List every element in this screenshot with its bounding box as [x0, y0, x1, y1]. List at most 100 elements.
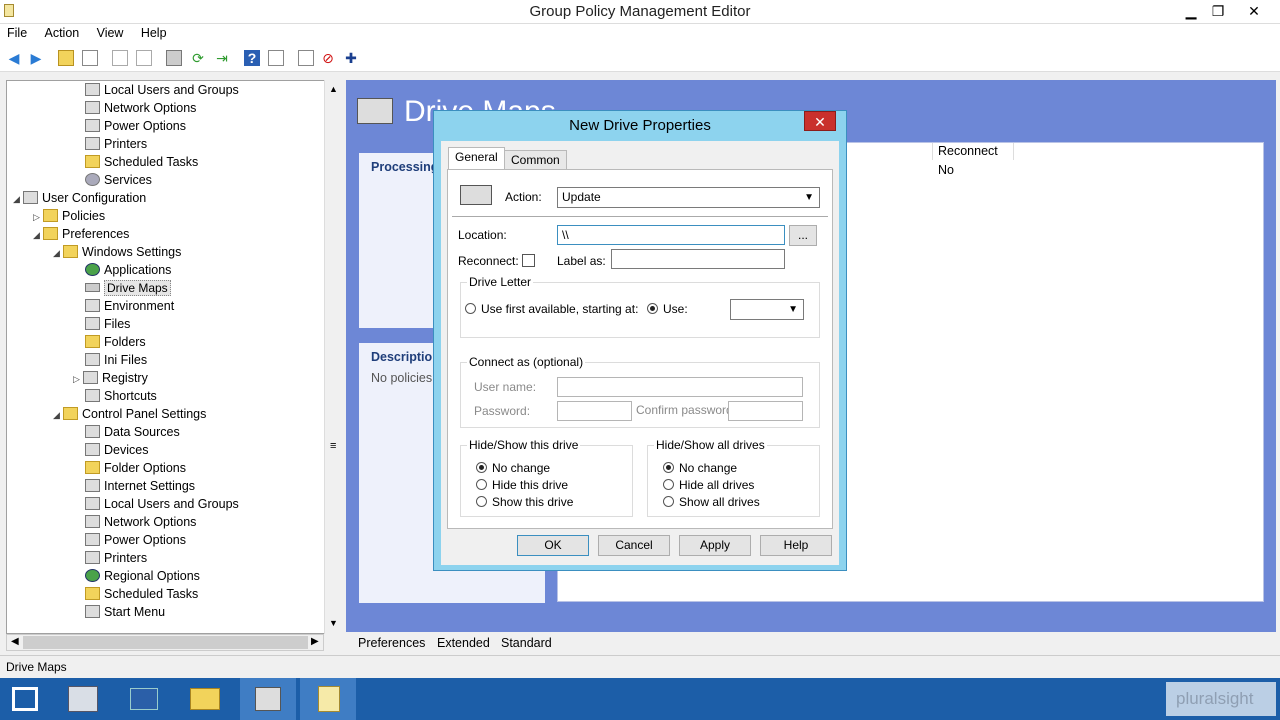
menu-action[interactable]: Action: [38, 24, 87, 42]
help-button[interactable]: Help: [760, 535, 832, 556]
tree-item[interactable]: Network Options: [85, 99, 196, 117]
dialog-close-button[interactable]: ✕: [804, 111, 836, 131]
location-input[interactable]: \\: [557, 225, 785, 245]
reconnect-checkbox[interactable]: [522, 254, 535, 267]
use-radio[interactable]: Use:: [647, 302, 688, 316]
hide-all-drives-radio[interactable]: Hide all drives: [663, 478, 754, 492]
password-input[interactable]: [557, 401, 632, 421]
menu-bar: File Action View Help: [0, 24, 1280, 44]
collapse-icon[interactable]: ◢: [13, 190, 23, 208]
tree-horizontal-scrollbar[interactable]: ◀ ▶: [6, 634, 324, 651]
close-button[interactable]: ✕: [1240, 0, 1268, 22]
tree-item[interactable]: ◢ User Configuration: [13, 189, 146, 207]
tab-standard[interactable]: Standard: [501, 636, 552, 650]
tree-item[interactable]: Environment: [85, 297, 174, 315]
user-name-input[interactable]: [557, 377, 803, 397]
apply-button[interactable]: Apply: [679, 535, 751, 556]
maximize-button[interactable]: ❐: [1204, 0, 1232, 22]
label-as-input[interactable]: [611, 249, 785, 269]
tab-general[interactable]: General: [448, 147, 505, 170]
all-no-change-radio[interactable]: No change: [663, 461, 737, 475]
print-icon[interactable]: [166, 50, 182, 66]
help-icon[interactable]: ?: [244, 50, 260, 66]
tree-item[interactable]: ▷ Registry: [73, 369, 148, 387]
tree-item[interactable]: Internet Settings: [85, 477, 195, 495]
scroll-up-icon[interactable]: ▲: [329, 84, 338, 94]
tree-item[interactable]: Power Options: [85, 531, 186, 549]
hide-this-drive-radio[interactable]: Hide this drive: [476, 478, 568, 492]
show-this-drive-radio[interactable]: Show this drive: [476, 495, 573, 509]
tree-item[interactable]: Regional Options: [85, 567, 200, 585]
tree-item[interactable]: Scheduled Tasks: [85, 585, 198, 603]
tree-item[interactable]: Ini Files: [85, 351, 147, 369]
tree-item[interactable]: Power Options: [85, 117, 186, 135]
this-no-change-radio[interactable]: No change: [476, 461, 550, 475]
show-tree-icon[interactable]: [82, 50, 98, 66]
tree-item[interactable]: Local Users and Groups: [85, 495, 239, 513]
export-icon[interactable]: ⇥: [214, 50, 230, 66]
tab-common[interactable]: Common: [504, 150, 567, 170]
menu-file[interactable]: File: [0, 24, 34, 42]
confirm-password-input[interactable]: [728, 401, 803, 421]
tree-item[interactable]: ◢ Windows Settings: [53, 243, 181, 261]
new-item-icon[interactable]: [298, 50, 314, 66]
browse-button[interactable]: ...: [789, 225, 817, 246]
tree-item[interactable]: ◢ Control Panel Settings: [53, 405, 206, 423]
tree-item[interactable]: Local Users and Groups: [85, 81, 239, 99]
scroll-thumb[interactable]: [23, 636, 308, 649]
tree-item[interactable]: Data Sources: [85, 423, 180, 441]
tree-item[interactable]: ▷ Policies: [33, 207, 105, 225]
scroll-right-icon[interactable]: ▶: [311, 636, 319, 647]
expand-icon[interactable]: ▷: [33, 208, 43, 226]
tree-item[interactable]: Network Options: [85, 513, 196, 531]
powershell-button[interactable]: [116, 678, 172, 720]
paste-icon[interactable]: [136, 50, 152, 66]
tree-item[interactable]: Devices: [85, 441, 148, 459]
scroll-left-icon[interactable]: ◀: [11, 636, 19, 647]
menu-view[interactable]: View: [90, 24, 131, 42]
collapse-icon[interactable]: ◢: [53, 244, 63, 262]
column-header-reconnect[interactable]: Reconnect: [932, 143, 1014, 160]
tree-item[interactable]: Folders: [85, 333, 146, 351]
gpme-button[interactable]: [240, 678, 296, 720]
tab-preferences[interactable]: Preferences: [358, 636, 425, 650]
stop-icon[interactable]: ⊘: [320, 50, 336, 66]
add-icon[interactable]: ✚: [343, 50, 359, 66]
collapse-icon[interactable]: ◢: [33, 226, 43, 244]
expand-icon[interactable]: ▷: [73, 370, 83, 388]
tree-vertical-scrollbar[interactable]: ▲ ≡ ▼: [324, 80, 342, 634]
tree-item[interactable]: Scheduled Tasks: [85, 153, 198, 171]
cancel-button[interactable]: Cancel: [598, 535, 670, 556]
tree-item[interactable]: Files: [85, 315, 130, 333]
menu-help[interactable]: Help: [134, 24, 174, 42]
tree-item[interactable]: ◢ Preferences: [33, 225, 129, 243]
tree-item[interactable]: Shortcuts: [85, 387, 157, 405]
tree-item-selected[interactable]: Drive Maps: [85, 279, 171, 297]
tree-item[interactable]: Printers: [85, 135, 147, 153]
tab-extended[interactable]: Extended: [437, 636, 490, 650]
drive-letter-select[interactable]: ▼: [730, 299, 804, 320]
minimize-button[interactable]: ▁: [1177, 0, 1205, 22]
start-button[interactable]: [0, 678, 56, 720]
use-first-available-radio[interactable]: Use first available, starting at:: [465, 302, 638, 316]
action-select[interactable]: Update ▼: [557, 187, 820, 208]
copy-icon[interactable]: [112, 50, 128, 66]
tree-item[interactable]: Folder Options: [85, 459, 186, 477]
back-icon[interactable]: ◀: [6, 50, 22, 66]
collapse-icon[interactable]: ◢: [53, 406, 63, 424]
tree-item[interactable]: Applications: [85, 261, 171, 279]
scroll-grip-icon[interactable]: ≡: [330, 440, 336, 452]
server-manager-button[interactable]: [56, 678, 112, 720]
show-all-drives-radio[interactable]: Show all drives: [663, 495, 760, 509]
refresh-icon[interactable]: ⟳: [190, 50, 206, 66]
tree-item[interactable]: Services: [85, 171, 152, 189]
tree-item[interactable]: Printers: [85, 549, 147, 567]
properties-icon[interactable]: [268, 50, 284, 66]
tree-item[interactable]: Start Menu: [85, 603, 165, 621]
ok-button[interactable]: OK: [517, 535, 589, 556]
editor-button[interactable]: [300, 678, 356, 720]
file-explorer-button[interactable]: [176, 678, 232, 720]
scroll-down-icon[interactable]: ▼: [329, 618, 338, 628]
forward-icon[interactable]: ▶: [28, 50, 44, 66]
up-folder-icon[interactable]: [58, 50, 74, 66]
